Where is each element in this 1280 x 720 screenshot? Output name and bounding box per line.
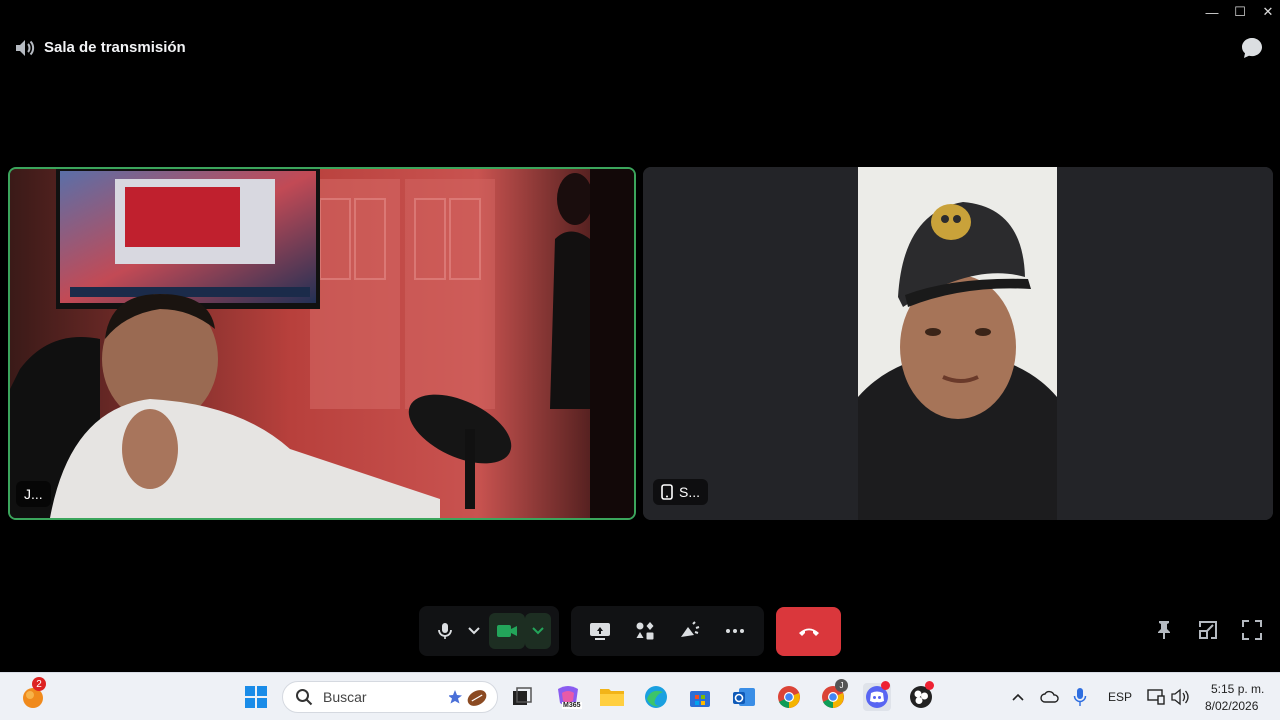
maximize-button[interactable]: ☐ [1228, 2, 1252, 22]
activities-button[interactable] [627, 613, 663, 649]
participant-name-chip: J... [16, 481, 51, 507]
close-icon: ✕ [1262, 4, 1274, 19]
camera-icon [497, 625, 517, 637]
more-options-button[interactable] [717, 613, 753, 649]
participant-video-2 [643, 167, 1273, 520]
discord-button[interactable] [863, 681, 891, 711]
task-view-button[interactable] [508, 683, 536, 711]
task-view-icon [513, 687, 532, 705]
chrome-profile-button[interactable]: J [819, 679, 848, 711]
taskbar-search[interactable]: Buscar [282, 681, 498, 713]
outlook-icon [733, 688, 755, 706]
soundboard-icon [681, 621, 700, 637]
camera-options-button[interactable] [525, 613, 551, 649]
mic-options-button[interactable] [463, 613, 485, 649]
input-language[interactable]: ESP [1108, 690, 1132, 704]
mute-button[interactable] [427, 613, 463, 649]
clock-date[interactable]: 8/02/2026 [1205, 699, 1258, 713]
participant-name: J... [24, 486, 43, 502]
chevron-down-icon [532, 627, 544, 635]
notification-badge: 2 [32, 677, 46, 691]
file-explorer-button[interactable] [598, 683, 626, 711]
fullscreen-icon [1242, 620, 1262, 640]
activities-icon [636, 622, 654, 640]
volume-icon [1171, 688, 1189, 706]
mobile-phone-icon [661, 484, 673, 500]
windows-logo-icon [245, 686, 267, 708]
close-button[interactable]: ✕ [1256, 2, 1280, 22]
participant-name: S... [679, 484, 701, 500]
chevron-up-icon [1012, 693, 1024, 701]
soundboard-button[interactable] [672, 613, 708, 649]
participant-name-chip: S... [653, 479, 709, 505]
audio-video-controls [419, 606, 559, 656]
camera-button[interactable] [489, 613, 525, 649]
microphone-icon [438, 623, 452, 639]
minimize-button[interactable]: — [1200, 2, 1224, 22]
minimize-icon: — [1205, 4, 1219, 20]
chat-bubble-icon[interactable] [1240, 36, 1264, 60]
taskbar: 2 Buscar M365 J ESP 5:15 p. m. 8/02/2026 [0, 672, 1280, 720]
edge-button[interactable] [642, 683, 670, 711]
chrome-icon [778, 686, 800, 709]
hangup-icon [798, 628, 819, 636]
title-bar: — ☐ ✕ [0, 0, 1280, 24]
network-icon [1147, 689, 1165, 705]
search-icon [296, 689, 313, 706]
show-hidden-icons-button[interactable] [1004, 683, 1032, 711]
obs-button[interactable] [907, 681, 935, 711]
copilot-m365-button[interactable]: M365 [554, 683, 582, 711]
onedrive-button[interactable] [1036, 683, 1064, 711]
outlook-button[interactable] [730, 683, 758, 711]
store-button[interactable] [686, 683, 714, 711]
speaker-icon [16, 40, 35, 56]
m365-label: M365 [562, 702, 582, 709]
call-actions [571, 606, 764, 656]
recording-dot [925, 681, 934, 690]
call-header: Sala de transmisión [0, 30, 1280, 66]
participant-tile-2[interactable]: S... [643, 167, 1273, 520]
chrome-button[interactable] [775, 683, 803, 711]
share-screen-button[interactable] [582, 613, 618, 649]
chevron-down-icon [468, 627, 480, 635]
cloud-icon [1040, 690, 1059, 703]
maximize-icon: ☐ [1234, 4, 1246, 19]
more-icon [726, 629, 745, 633]
fullscreen-button[interactable] [1240, 618, 1264, 642]
notification-dot [881, 681, 890, 690]
volume-button[interactable] [1166, 683, 1194, 711]
popout-button[interactable] [1196, 618, 1220, 642]
channel-title: Sala de transmisión [44, 39, 186, 56]
popout-icon [1199, 621, 1217, 639]
pin-button[interactable] [1152, 618, 1176, 642]
screen-share-icon [589, 623, 610, 640]
pin-icon [1158, 621, 1170, 639]
discord-call-window: — ☐ ✕ Sala de transmisión J... S... [0, 0, 1280, 672]
disconnect-button[interactable] [776, 607, 841, 656]
edge-icon [645, 686, 667, 708]
profile-badge: J [835, 679, 848, 692]
folder-icon [600, 689, 624, 706]
mic-in-use-button[interactable] [1066, 683, 1094, 711]
store-icon [690, 691, 710, 707]
start-button[interactable] [242, 683, 270, 711]
search-placeholder: Buscar [323, 689, 367, 705]
clock-time[interactable]: 5:15 p. m. [1211, 682, 1264, 696]
widgets-button[interactable]: 2 [20, 677, 48, 711]
microphone-icon [1073, 688, 1087, 706]
participant-tile-1[interactable]: J... [8, 167, 636, 520]
participant-video-1 [10, 169, 634, 518]
search-highlight-icon [449, 690, 487, 706]
